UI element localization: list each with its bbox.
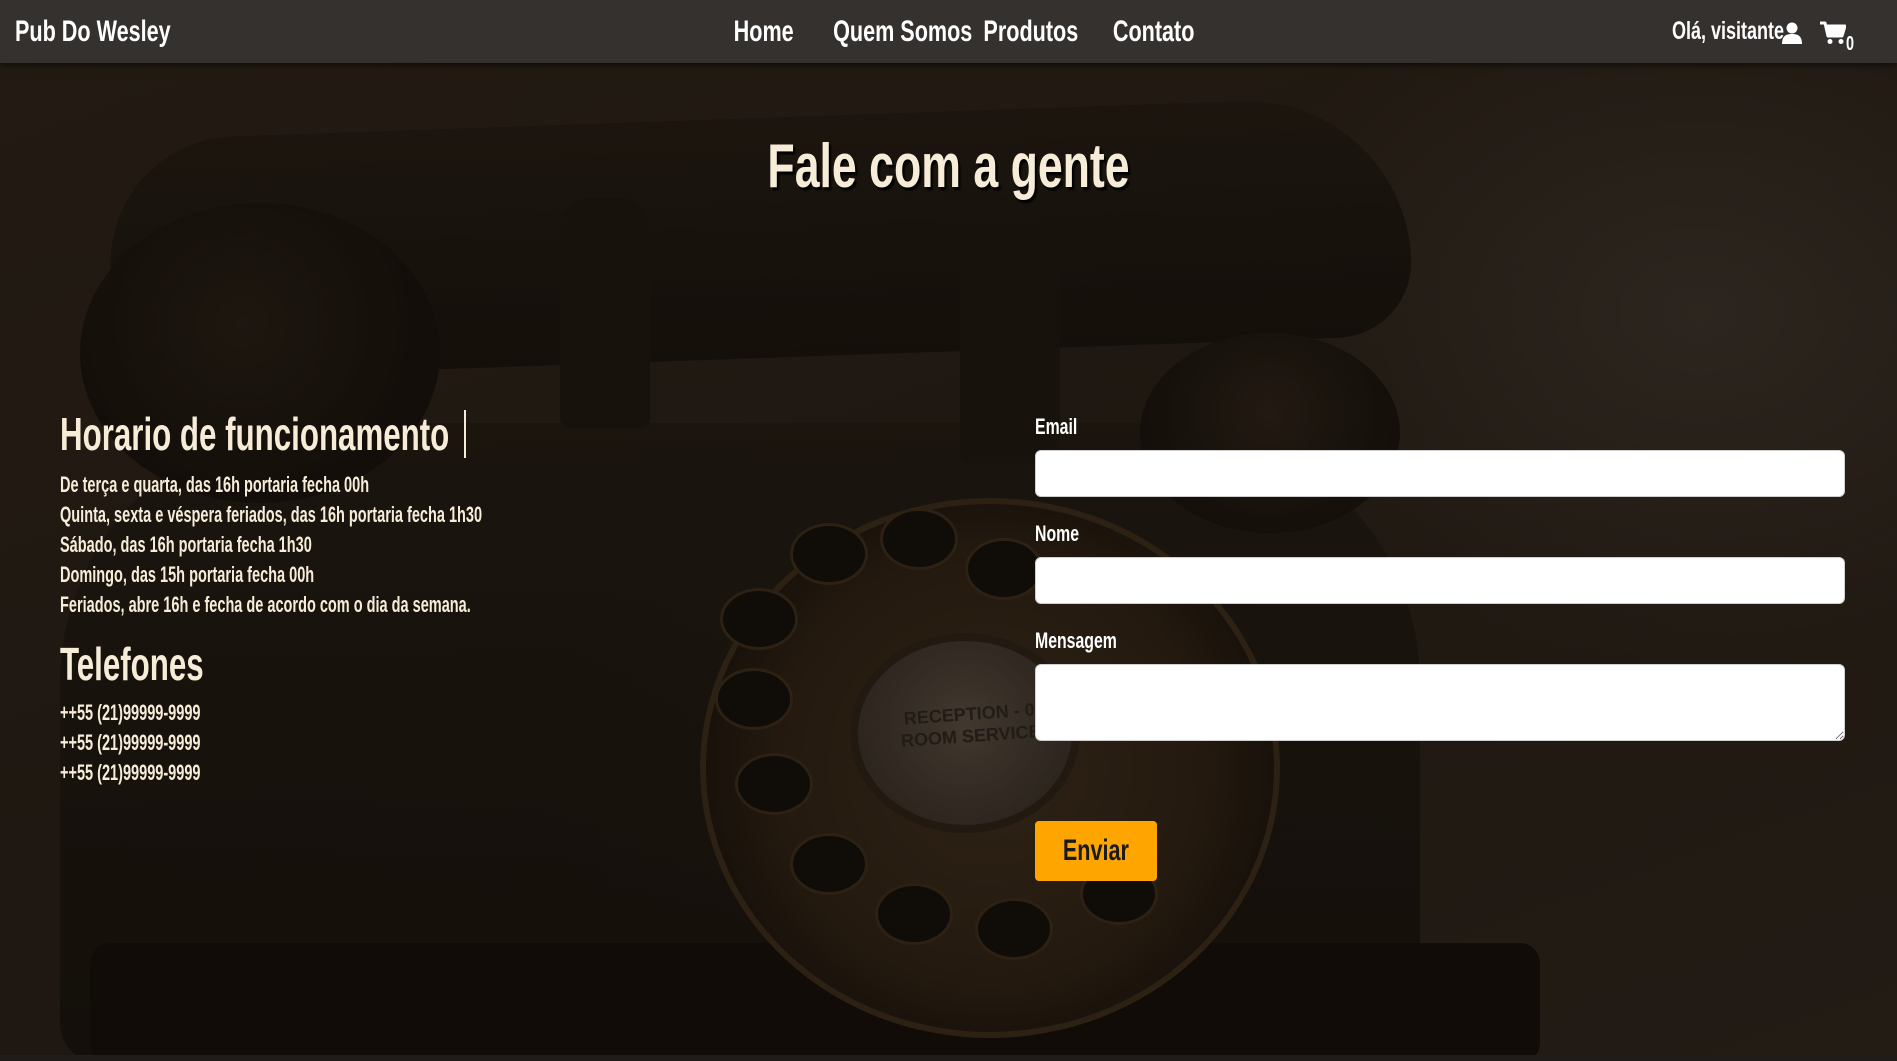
- page-title: Fale com a gente: [0, 130, 1897, 204]
- page-title-text: Fale com a gente: [767, 132, 1130, 201]
- hours-line-text: Feriados, abre 16h e fecha de acordo com…: [60, 592, 471, 617]
- email-label: Email: [1035, 413, 1094, 441]
- email-field[interactable]: [1035, 450, 1845, 497]
- message-label: Mensagem: [1035, 627, 1149, 655]
- hours-line: De terça e quarta, das 16h portaria fech…: [60, 470, 528, 500]
- name-label: Nome: [1035, 520, 1096, 548]
- hours-line-text: Sábado, das 16h portaria fecha 1h30: [60, 532, 312, 557]
- nav-link-produtos[interactable]: Produtos: [983, 14, 1078, 50]
- text-cursor: [464, 410, 466, 458]
- phone-number: ++55 (21)99999-9999: [60, 758, 273, 788]
- message-label-text: Mensagem: [1035, 628, 1117, 653]
- cart-count-badge: 0: [1846, 33, 1855, 55]
- name-field[interactable]: [1035, 557, 1845, 604]
- phones-heading-text: Telefones: [60, 638, 204, 690]
- phone-number: ++55 (21)99999-9999: [60, 698, 273, 728]
- nav-link-contato[interactable]: Contato: [1113, 14, 1195, 50]
- hours-line: Feriados, abre 16h e fecha de acordo com…: [60, 590, 682, 620]
- cart-icon[interactable]: [1820, 21, 1846, 45]
- phone-number: ++55 (21)99999-9999: [60, 728, 273, 758]
- hours-heading: Horario de funcionamento: [60, 406, 632, 462]
- hours-line-text: Domingo, das 15h portaria fecha 00h: [60, 562, 315, 587]
- hours-line-text: Quinta, sexta e véspera feriados, das 16…: [60, 502, 483, 527]
- hours-line: Domingo, das 15h portaria fecha 00h: [60, 560, 445, 590]
- message-textarea[interactable]: [1035, 664, 1845, 741]
- user-icon[interactable]: [1782, 22, 1802, 44]
- brand-logo-link[interactable]: Pub Do Wesley: [15, 14, 171, 50]
- nav-link-quem-somos[interactable]: Quem Somos: [833, 14, 972, 50]
- submit-button[interactable]: Enviar: [1035, 821, 1157, 881]
- page-bottom-strip: [0, 1055, 1897, 1061]
- phone-number-text: ++55 (21)99999-9999: [60, 760, 201, 785]
- hours-line: Sábado, das 16h portaria fecha 1h30: [60, 530, 441, 560]
- phone-number-text: ++55 (21)99999-9999: [60, 730, 201, 755]
- phones-heading: Telefones: [60, 636, 271, 692]
- hours-line-text: De terça e quarta, das 16h portaria fech…: [60, 472, 370, 497]
- email-label-text: Email: [1035, 414, 1078, 439]
- user-greeting[interactable]: Olá, visitante: [1672, 16, 1784, 46]
- hours-line: Quinta, sexta e véspera feriados, das 16…: [60, 500, 700, 530]
- name-label-text: Nome: [1035, 521, 1080, 546]
- top-navbar: Pub Do Wesley Home Quem Somos Produtos C…: [0, 0, 1897, 63]
- hours-heading-text: Horario de funcionamento: [60, 408, 450, 460]
- submit-button-label: Enviar: [1062, 834, 1130, 867]
- nav-link-home[interactable]: Home: [734, 14, 794, 50]
- phone-number-text: ++55 (21)99999-9999: [60, 700, 201, 725]
